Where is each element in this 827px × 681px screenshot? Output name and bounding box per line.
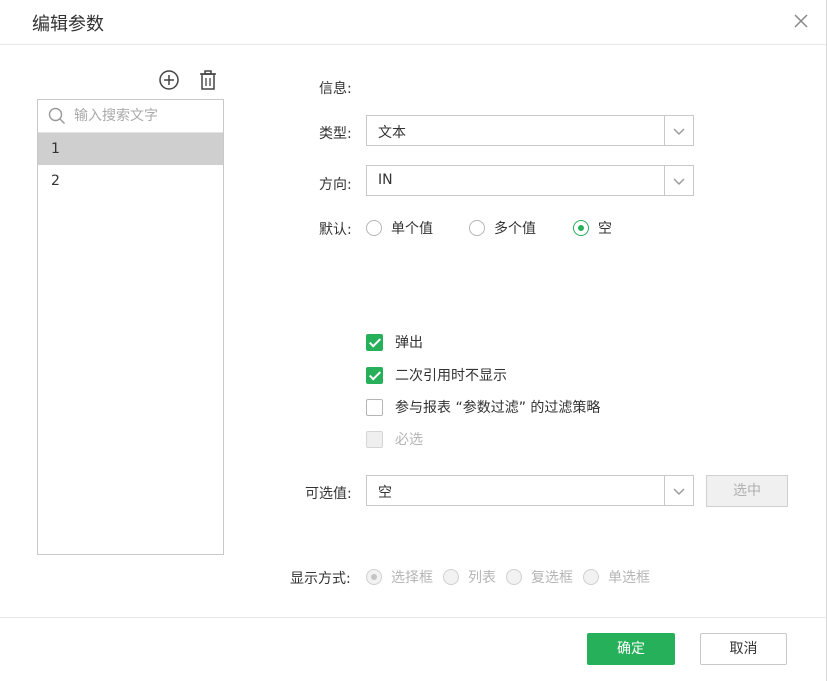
param-list-panel: 1 2 (37, 99, 224, 555)
delete-param-icon[interactable] (197, 69, 219, 91)
chevron-down-icon[interactable] (664, 476, 693, 505)
direction-select-value: IN (378, 172, 393, 188)
checkbox-box (366, 333, 383, 351)
type-select[interactable]: 文本 (366, 115, 694, 146)
direction-label: 方向: (319, 177, 352, 193)
chevron-down-icon[interactable] (664, 166, 693, 195)
display-radio-list: 列表 (443, 567, 496, 587)
checkbox-required: 必选 (366, 429, 423, 449)
checkbox-box (366, 398, 383, 416)
checkbox-label: 参与报表 “参数过滤” 的过滤策略 (395, 400, 601, 416)
radio-label: 列表 (468, 570, 496, 586)
default-radio-multi[interactable]: 多个值 (469, 218, 536, 238)
radio-circle (366, 220, 382, 236)
search-input[interactable] (74, 104, 214, 128)
search-icon (48, 107, 66, 125)
type-label: 类型: (319, 126, 352, 142)
default-radio-empty[interactable]: 空 (573, 218, 612, 238)
optional-label: 可选值: (305, 486, 352, 502)
radio-label: 多个值 (494, 221, 536, 237)
checkbox-popup[interactable]: 弹出 (366, 332, 423, 352)
select-values-button: 选中 (706, 475, 788, 507)
display-radio-selectbox: 选择框 (366, 567, 433, 587)
display-label: 显示方式: (290, 571, 351, 587)
edit-param-dialog: 编辑参数 输入搜索文字 1 2 信息: 类型: 文本 方向: IN 默认: 单个… (0, 0, 827, 681)
info-label: 信息: (319, 81, 352, 97)
optional-select[interactable]: 空 (366, 475, 694, 506)
radio-label: 复选框 (531, 570, 573, 586)
direction-select[interactable]: IN (366, 165, 694, 196)
display-radio-radio: 单选框 (583, 567, 650, 587)
radio-circle (366, 569, 382, 585)
checkbox-label: 必选 (395, 432, 423, 448)
checkbox-box (366, 430, 383, 448)
add-param-icon[interactable] (158, 69, 180, 91)
checkbox-label: 弹出 (395, 335, 423, 351)
checkbox-param-filter[interactable]: 参与报表 “参数过滤” 的过滤策略 (366, 397, 600, 417)
ok-button[interactable]: 确定 (587, 633, 675, 665)
chevron-down-icon[interactable] (664, 116, 693, 145)
cancel-button[interactable]: 取消 (700, 633, 787, 665)
param-search (38, 100, 223, 133)
list-item[interactable]: 2 (38, 165, 223, 197)
close-icon[interactable] (792, 12, 810, 30)
radio-circle (506, 569, 522, 585)
dialog-header: 编辑参数 (0, 0, 826, 45)
display-radio-checkbox: 复选框 (506, 567, 573, 587)
checkbox-label: 二次引用时不显示 (395, 368, 507, 384)
checkbox-box (366, 366, 383, 384)
radio-label: 单个值 (391, 221, 433, 237)
radio-label: 空 (598, 221, 612, 237)
radio-label: 单选框 (608, 570, 650, 586)
radio-label: 选择框 (391, 570, 433, 586)
dialog-title: 编辑参数 (32, 14, 104, 35)
default-label: 默认: (319, 222, 352, 238)
optional-select-value: 空 (378, 485, 392, 501)
radio-circle (469, 220, 485, 236)
radio-circle (443, 569, 459, 585)
checkbox-hide-on-reuse[interactable]: 二次引用时不显示 (366, 365, 507, 385)
type-select-value: 文本 (378, 125, 406, 141)
list-item[interactable]: 1 (38, 133, 223, 165)
radio-circle (583, 569, 599, 585)
radio-circle (573, 220, 589, 236)
default-radio-single[interactable]: 单个值 (366, 218, 433, 238)
